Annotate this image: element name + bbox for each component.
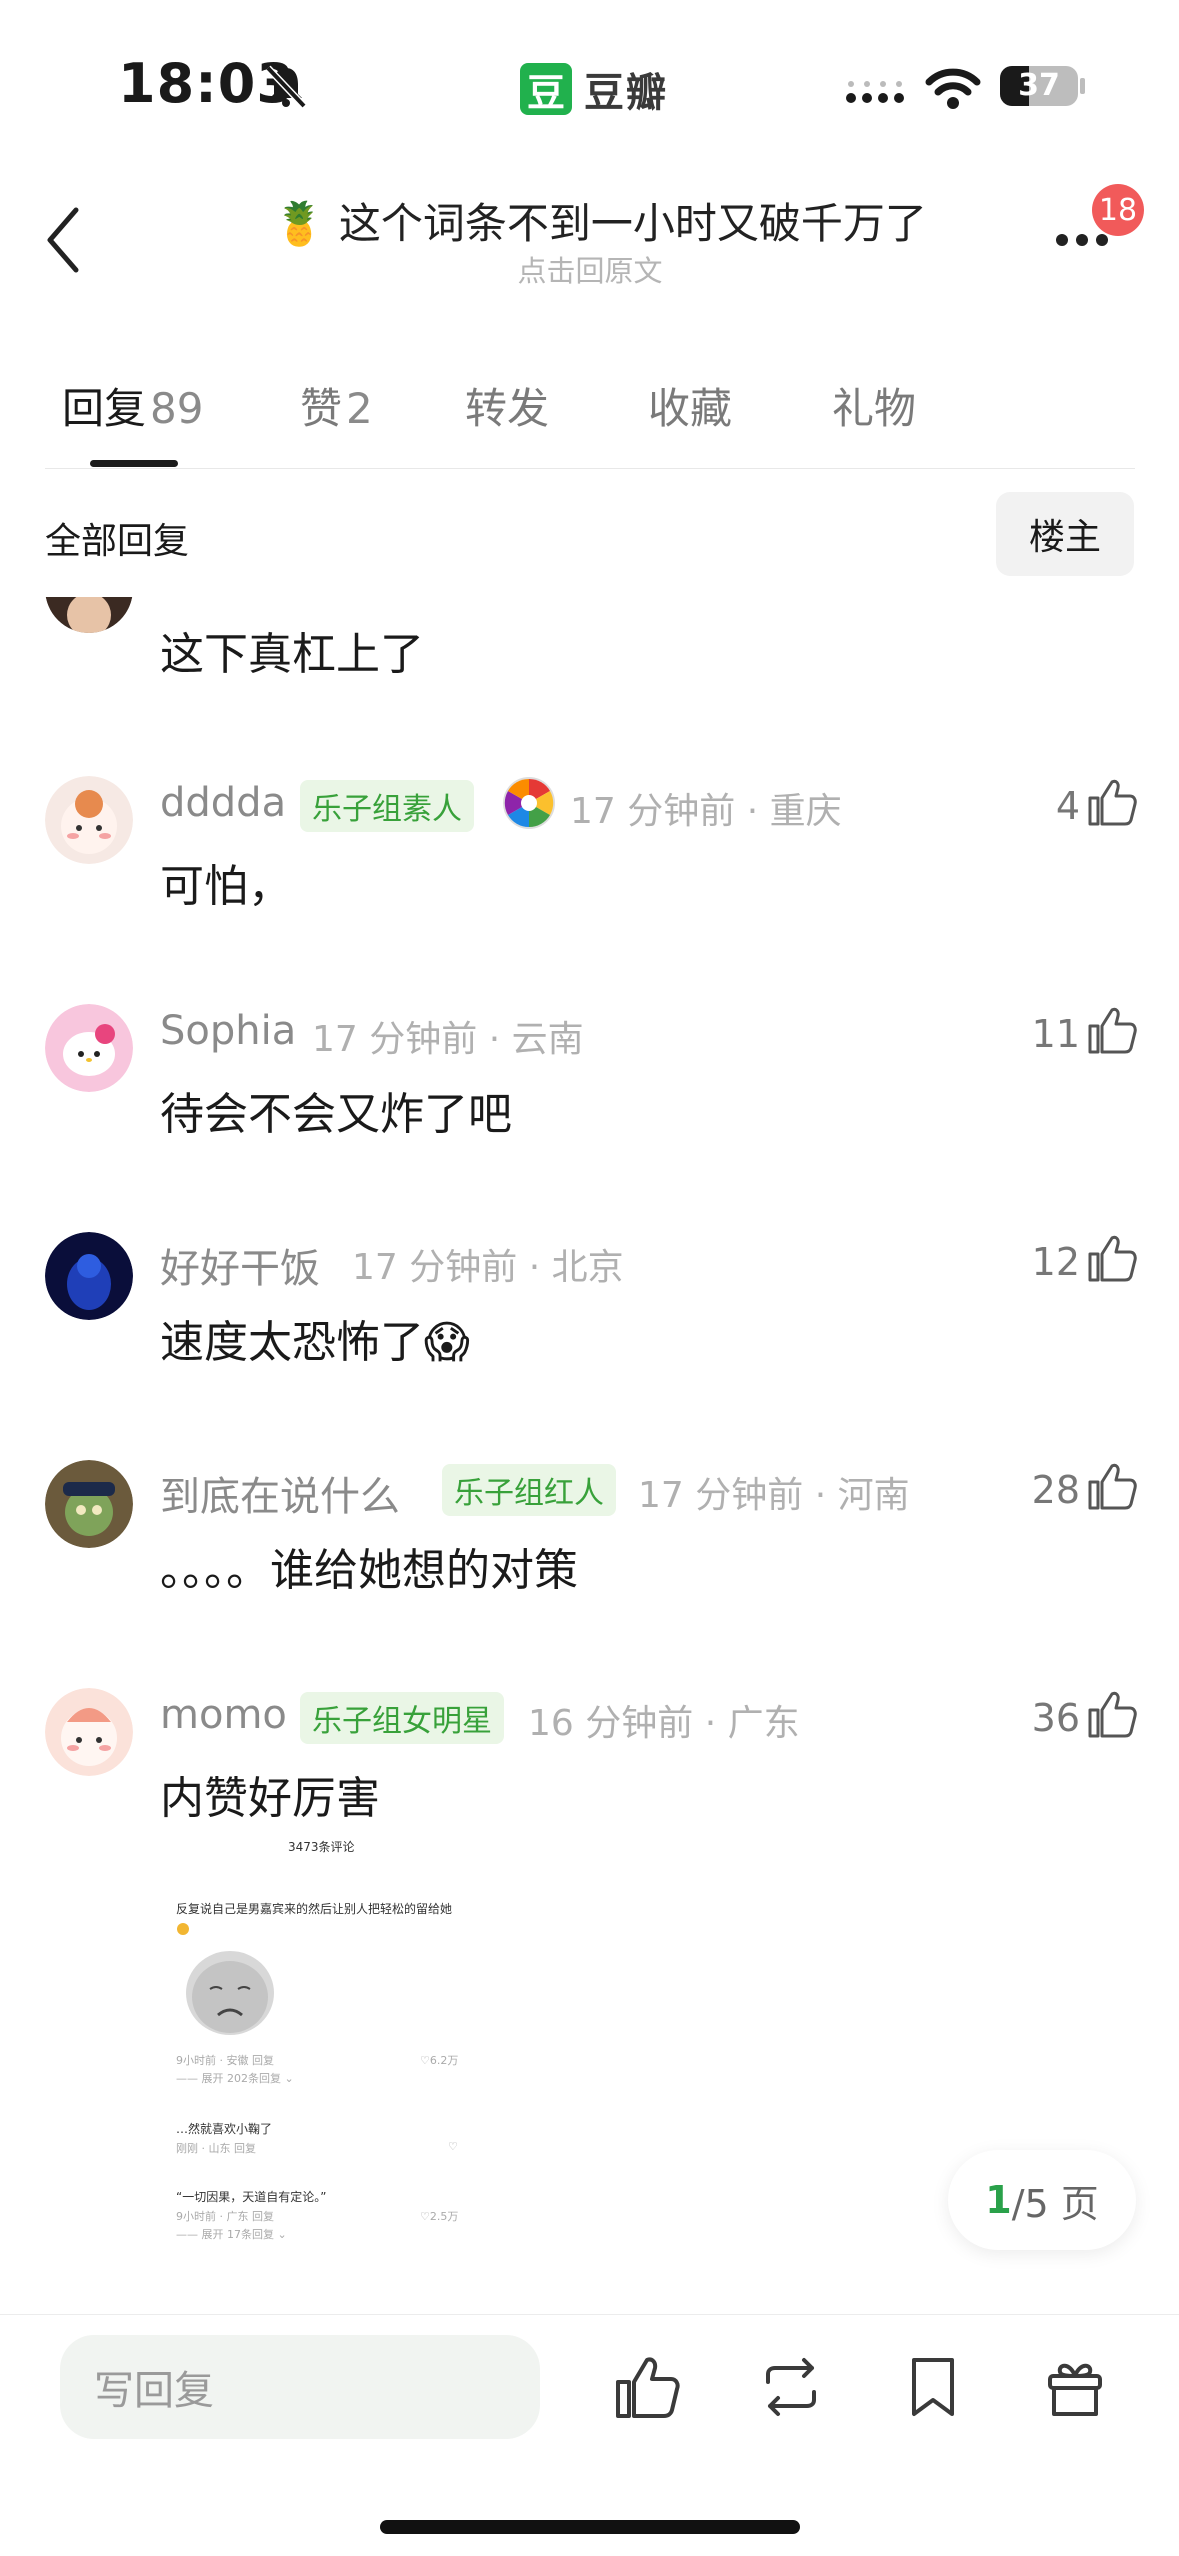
embed-expand: —— 展开 202条回复 ⌄ [176, 2072, 294, 2085]
reply-input[interactable]: 写回复 [60, 2335, 540, 2439]
comment-author[interactable]: 好好干饭 [160, 1236, 320, 1294]
tab-indicator [90, 460, 178, 467]
repost-icon[interactable] [756, 2352, 826, 2422]
cellular-signal-icon [846, 81, 904, 103]
embed-line: 反复说自己是男嘉宾来的然后让别人把轻松的留给她 [176, 1902, 453, 1916]
tab-label: 赞 [300, 384, 343, 433]
notification-badge: 18 [1092, 184, 1144, 236]
embed-meta: 9小时前 · 安徽 回复 [176, 2054, 274, 2067]
badge-icon [503, 777, 555, 829]
comment-meta: 16 分钟前 · 广东 [528, 1703, 800, 1744]
op-only-button[interactable]: 楼主 [996, 492, 1134, 576]
tab-divider [45, 468, 1135, 469]
tab-replies[interactable]: 回复89 [62, 375, 203, 436]
embed-likes: ♡2.5万 [420, 2210, 459, 2223]
thumb-up-icon[interactable] [1086, 1004, 1138, 1056]
comment-author[interactable]: dddda [160, 780, 286, 826]
embed-count: 3473条评论 [288, 1840, 355, 1854]
wifi-icon [925, 68, 981, 109]
embed-line: “一切因果，天道自有定论。” [176, 2190, 327, 2204]
mute-bell-icon [265, 65, 307, 109]
back-icon[interactable] [40, 200, 90, 280]
total-pages: /5 页 [1011, 2181, 1099, 2226]
thumb-up-icon[interactable] [1086, 1232, 1138, 1284]
bookmark-icon[interactable] [898, 2352, 968, 2422]
comment-meta: 17 分钟前 · 北京 [352, 1247, 624, 1288]
douban-logo-icon: 豆 [520, 63, 572, 115]
like-count: 11 [1031, 1012, 1080, 1056]
embed-meta: 9小时前 · 广东 回复 [176, 2210, 274, 2223]
avatar[interactable] [45, 776, 133, 864]
embed-expand: —— 展开 17条回复 ⌄ [176, 2228, 287, 2241]
thumb-up-icon[interactable] [1086, 1460, 1138, 1512]
group-tag: 乐子组红人 [442, 1464, 616, 1516]
comment-text: 可怕， [160, 861, 292, 912]
comment-text: 待会不会又炸了吧 [160, 1089, 512, 1140]
meme-face-image [186, 1951, 274, 2035]
post-title[interactable]: 🍍 这个词条不到一小时又破千万了 [250, 190, 950, 251]
app-logo: 豆 豆瓣 [520, 60, 668, 118]
page-indicator[interactable]: 1/5 页 [948, 2150, 1136, 2250]
comment-text: 。。。。谁给她想的对策 [160, 1545, 578, 1596]
group-tag: 乐子组素人 [300, 780, 474, 832]
comment-text: 速度太恐怖了😱 [160, 1317, 470, 1368]
current-page: 1 [985, 2178, 1012, 2222]
tab-gifts[interactable]: 礼物 [832, 375, 916, 436]
comment-author[interactable]: Sophia [160, 1008, 296, 1054]
avatar[interactable] [45, 1232, 133, 1320]
emoji-icon [177, 1923, 189, 1935]
tab-count: 2 [346, 384, 373, 433]
tab-likes[interactable]: 赞2 [300, 375, 373, 436]
comment-text: 这下真杠上了 [160, 629, 424, 680]
like-count: 28 [1031, 1468, 1080, 1512]
tab-collections[interactable]: 收藏 [648, 375, 732, 436]
group-tag: 乐子组女明星 [300, 1692, 504, 1744]
comment-text: 内赞好厉害 [160, 1773, 380, 1824]
tab-count: 89 [150, 384, 204, 433]
bottom-divider [0, 2314, 1179, 2315]
app-name: 豆瓣 [584, 70, 668, 116]
battery-tip [1080, 78, 1085, 94]
battery-text: 37 [1018, 68, 1060, 103]
embed-heart-icon: ♡ [448, 2140, 458, 2153]
thumb-up-icon[interactable] [1086, 776, 1138, 828]
tab-label: 回复 [62, 384, 147, 433]
back-to-original-link[interactable]: 点击回原文 [400, 248, 780, 290]
embed-meta: 刚刚 · 山东 回复 [176, 2142, 256, 2155]
gift-icon[interactable] [1040, 2352, 1110, 2422]
comment-author[interactable]: momo [160, 1692, 287, 1738]
tab-label: 转发 [465, 384, 550, 433]
like-count: 4 [1055, 784, 1080, 828]
embed-line: …然就喜欢小鞠了 [176, 2122, 273, 2136]
avatar[interactable] [45, 1004, 133, 1092]
comment-meta: 17 分钟前 · 云南 [312, 1019, 584, 1060]
embed-likes: ♡6.2万 [420, 2054, 459, 2067]
comment-meta: 17 分钟前 · 重庆 [570, 791, 842, 832]
all-replies-label: 全部回复 [45, 521, 190, 562]
tab-label: 收藏 [648, 384, 733, 433]
tab-reposts[interactable]: 转发 [465, 375, 549, 436]
comment-meta: 17 分钟前 · 河南 [638, 1475, 910, 1516]
comment-author[interactable]: 到底在说什么 [160, 1464, 400, 1522]
like-count: 12 [1031, 1240, 1080, 1284]
like-count: 36 [1031, 1696, 1080, 1740]
thumb-up-icon[interactable] [1086, 1688, 1138, 1740]
tab-label: 礼物 [832, 384, 917, 433]
battery-icon: 37 [1000, 66, 1078, 106]
comment-image[interactable]: 3473条评论 反复说自己是男嘉宾来的然后让别人把轻松的留给她 9小时前 · 安… [158, 1830, 498, 2270]
home-indicator [380, 2520, 800, 2534]
like-icon[interactable] [612, 2352, 682, 2422]
avatar[interactable] [45, 1460, 133, 1548]
avatar[interactable] [45, 1688, 133, 1776]
